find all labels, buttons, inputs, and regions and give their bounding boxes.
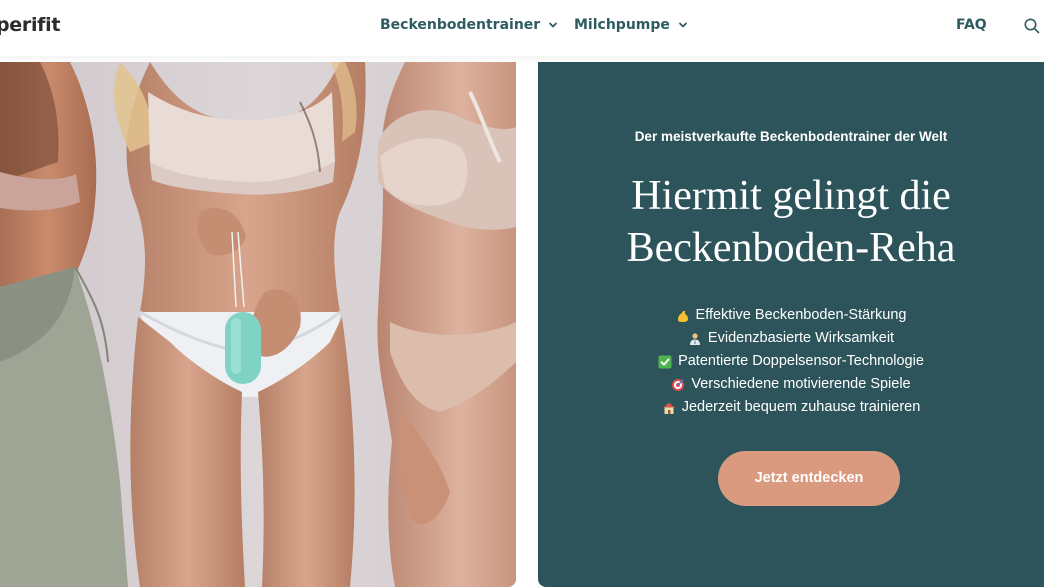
chevron-down-icon <box>549 22 558 28</box>
feature-item: Effektive Beckenboden-Stärkung <box>538 304 1044 327</box>
hero-panel: Der meistverkaufte Beckenbodentrainer de… <box>538 62 1044 587</box>
feature-text: Patentierte Doppelsensor-Technologie <box>678 353 924 369</box>
nav-beckenbodentrainer[interactable]: Beckenbodentrainer <box>380 17 558 33</box>
direct-hit-icon <box>672 378 685 391</box>
search-icon[interactable] <box>1023 17 1041 35</box>
feature-item: Patentierte Doppelsensor-Technologie <box>538 350 1044 373</box>
feature-text: Verschiedene motivierende Spiele <box>691 376 911 392</box>
faq-link[interactable]: FAQ <box>956 17 987 33</box>
flexed-biceps-icon <box>677 310 688 322</box>
hero-headline-line-2: Beckenboden-Reha <box>626 225 956 271</box>
feature-text: Evidenzbasierte Wirksamkeit <box>707 330 895 346</box>
hero-headline: Hiermit gelingt die Beckenboden-Reha <box>538 170 1044 274</box>
hero-photo <box>0 62 516 587</box>
nav-milchpumpe[interactable]: Milchpumpe <box>574 17 688 33</box>
nav-label-milchpumpe: Milchpumpe <box>574 17 670 33</box>
logo[interactable]: perifit <box>0 14 60 36</box>
feature-item: Jederzeit bequem zuhause trainieren <box>538 396 1044 419</box>
house-icon <box>662 402 675 414</box>
site-header: perifit Beckenbodentrainer Milchpumpe FA… <box>0 0 1044 56</box>
chevron-down-icon <box>678 22 687 28</box>
feature-item: Evidenzbasierte Wirksamkeit <box>538 327 1044 350</box>
cta-button[interactable]: Jetzt entdecken <box>718 451 900 506</box>
hero-headline-line-1: Hiermit gelingt die <box>631 173 951 219</box>
feature-item: Verschiedene motivierende Spiele <box>538 373 1044 396</box>
feature-text: Jederzeit bequem zuhause trainieren <box>681 399 921 415</box>
nav-label-beckenbodentrainer: Beckenbodentrainer <box>380 17 541 33</box>
check-mark-icon <box>658 355 672 368</box>
models-photo-illustration <box>0 62 516 587</box>
hero-eyebrow: Der meistverkaufte Beckenbodentrainer de… <box>634 129 948 144</box>
health-worker-icon <box>689 332 700 345</box>
feature-text: Effektive Beckenboden-Stärkung <box>695 307 907 323</box>
feature-list: Effektive Beckenboden-Stärkung Evidenzba… <box>538 304 1044 419</box>
